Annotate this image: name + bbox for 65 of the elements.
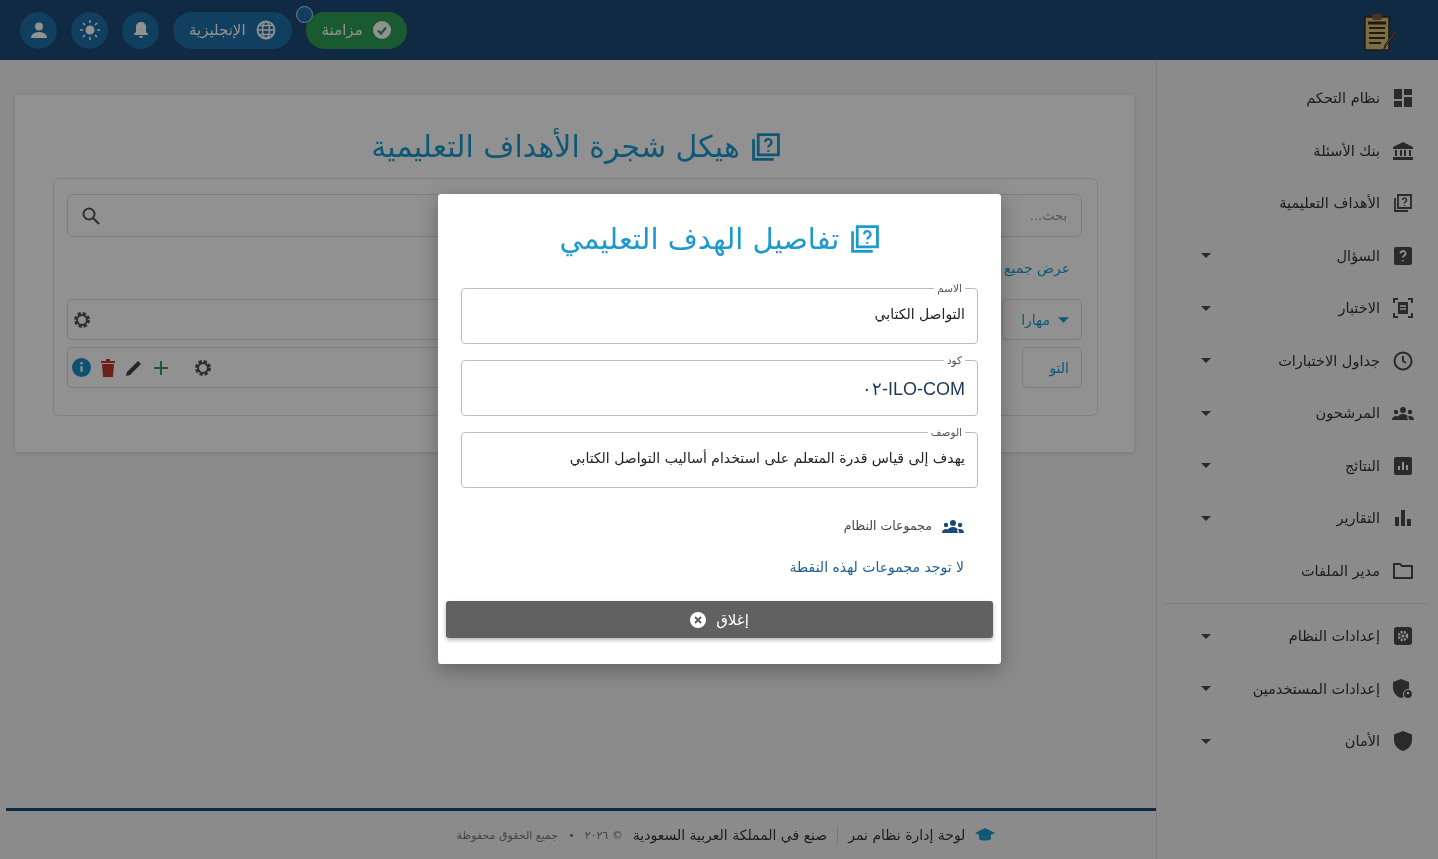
close-button[interactable]: إغلاق [446, 601, 993, 638]
people-icon [1392, 406, 1414, 421]
check-circle-icon [372, 21, 391, 39]
page-title: هيكل شجرة الأهداف التعليمية [371, 129, 740, 164]
footer-brand: لوحة إدارة نظام نمر [848, 827, 966, 843]
sidebar-item[interactable]: إعدادات المستخدمين [1157, 662, 1438, 715]
language-button[interactable]: الإنجليزية [173, 11, 292, 49]
footer-separator: • [568, 828, 575, 842]
sidebar-item[interactable]: السؤال [1157, 229, 1438, 282]
notifications-button[interactable] [122, 11, 159, 49]
document-scan-icon [1393, 298, 1413, 319]
footer-rights: جميع الحقوق محفوظة [456, 828, 559, 842]
gear-icon [72, 309, 92, 330]
text-field[interactable]: كود ILO-COM-٠٢ [461, 354, 978, 416]
graduation-cap-icon [975, 828, 996, 842]
trash-icon[interactable] [101, 358, 115, 377]
plus-icon[interactable] [153, 359, 169, 376]
gear-box-icon [1394, 627, 1412, 646]
globe-icon [255, 20, 276, 40]
question-book-icon [851, 225, 880, 253]
clipboard-pencil-icon [1362, 12, 1398, 52]
sidebar-item[interactable]: الأمان [1157, 715, 1438, 768]
shield-icon [1394, 731, 1412, 752]
user-icon [30, 22, 47, 38]
show-all-link[interactable]: عرض جميع [1004, 260, 1070, 276]
footer-copyright: © ٢٠٢٦ [584, 828, 623, 842]
dialog-title: تفاصيل الهدف التعليمي [559, 222, 840, 256]
search-icon [82, 206, 100, 225]
bank-icon [1393, 141, 1413, 160]
filter-dropdown[interactable]: مهارا [1002, 299, 1082, 340]
sidebar-item[interactable]: المرشحون [1157, 387, 1438, 440]
info-icon[interactable] [72, 358, 91, 377]
question-icon [1394, 246, 1412, 265]
people-icon [942, 518, 964, 533]
sync-button[interactable]: مزامنة [305, 11, 407, 49]
sidebar-item[interactable]: بنك الأسئلة [1157, 124, 1438, 177]
sun-icon [79, 20, 100, 40]
sidebar-item[interactable]: التقارير [1157, 492, 1438, 545]
close-icon [690, 611, 707, 628]
pencil-icon[interactable] [125, 358, 143, 377]
question-book-icon [751, 132, 780, 161]
dashboard-icon [1394, 89, 1412, 108]
shield-user-icon [1393, 678, 1413, 699]
bar-chart-icon [1395, 510, 1411, 527]
theme-button[interactable] [71, 11, 108, 49]
sidebar-item[interactable]: الأهداف التعليمية [1157, 177, 1438, 230]
folder-icon [1393, 562, 1413, 579]
clock-icon [1393, 350, 1413, 371]
sidebar-item[interactable]: مدير الملفات [1157, 544, 1438, 597]
caret-icon [1058, 316, 1069, 323]
empty-groups-message: لا توجد مجموعات لهذه النقطة [788, 559, 964, 575]
sidebar-item[interactable]: الاختبار [1157, 282, 1438, 335]
sidebar-item[interactable]: نظام التحكم [1157, 72, 1438, 125]
sidebar-item[interactable]: إعدادات النظام [1157, 610, 1438, 663]
text-field[interactable]: الوصف يهدف إلى قياس قدرة المتعلم على استخدام أساليب التواصل الكتابي [461, 426, 978, 488]
text-field[interactable]: الاسم التواصل الكتابي [461, 282, 978, 344]
bell-icon [132, 21, 149, 39]
sidebar-item[interactable]: النتائج [1157, 439, 1438, 492]
question-book-icon [1394, 194, 1412, 213]
chart-box-icon [1394, 456, 1412, 475]
sidebar-item[interactable]: جداول الاختبارات [1157, 334, 1438, 387]
account-button[interactable] [20, 11, 57, 49]
gear-icon[interactable] [193, 357, 213, 378]
footer-made-in: صنع في المملكة العربية السعودية [632, 827, 828, 843]
groups-heading: مجموعات النظام [843, 518, 932, 533]
